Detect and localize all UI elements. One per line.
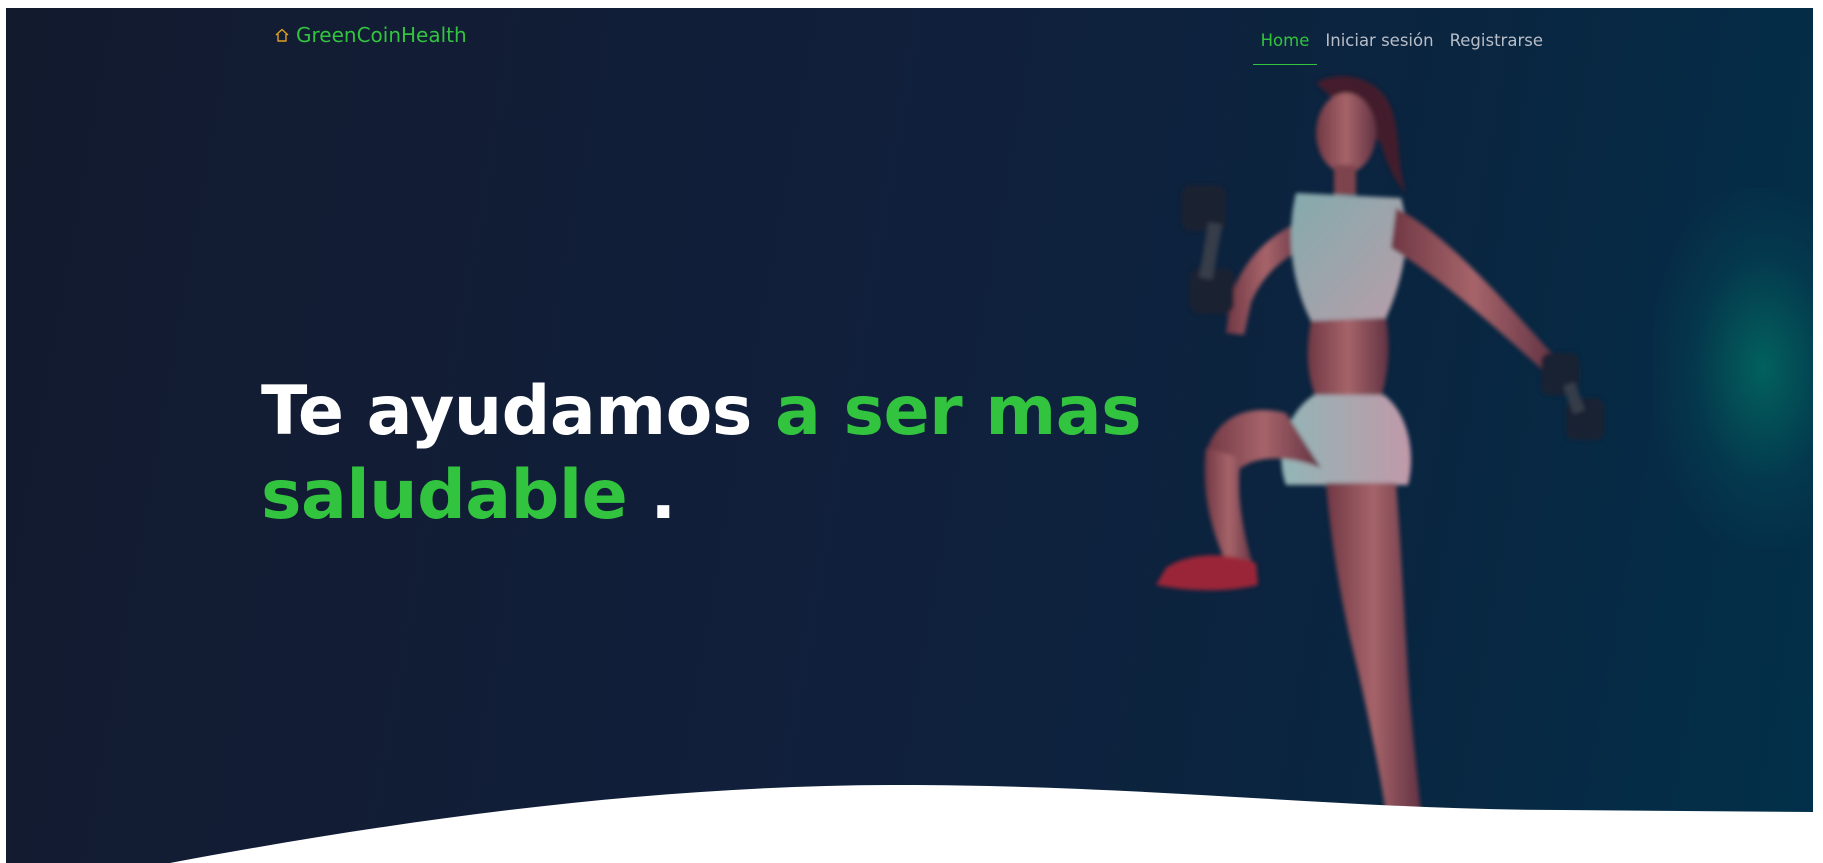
headline-period: .: [627, 456, 676, 535]
navbar: GreenCoinHealth Home Iniciar sesión Regi…: [6, 8, 1813, 68]
brand-link[interactable]: GreenCoinHealth: [274, 24, 467, 46]
hero-section: GreenCoinHealth Home Iniciar sesión Regi…: [6, 8, 1813, 863]
athlete-image: [1156, 76, 1604, 813]
page: GreenCoinHealth Home Iniciar sesión Regi…: [0, 0, 1823, 863]
brand-name: GreenCoinHealth: [296, 23, 467, 47]
headline-white: Te ayudamos: [261, 372, 775, 451]
nav-link-register[interactable]: Registrarse: [1442, 20, 1551, 65]
hero-headline: Te ayudamos a ser mas saludable .: [261, 370, 1161, 538]
nav-link-login[interactable]: Iniciar sesión: [1317, 20, 1441, 65]
home-icon: [275, 28, 289, 42]
nav-links: Home Iniciar sesión Registrarse: [1252, 20, 1551, 65]
nav-link-home[interactable]: Home: [1252, 20, 1318, 65]
